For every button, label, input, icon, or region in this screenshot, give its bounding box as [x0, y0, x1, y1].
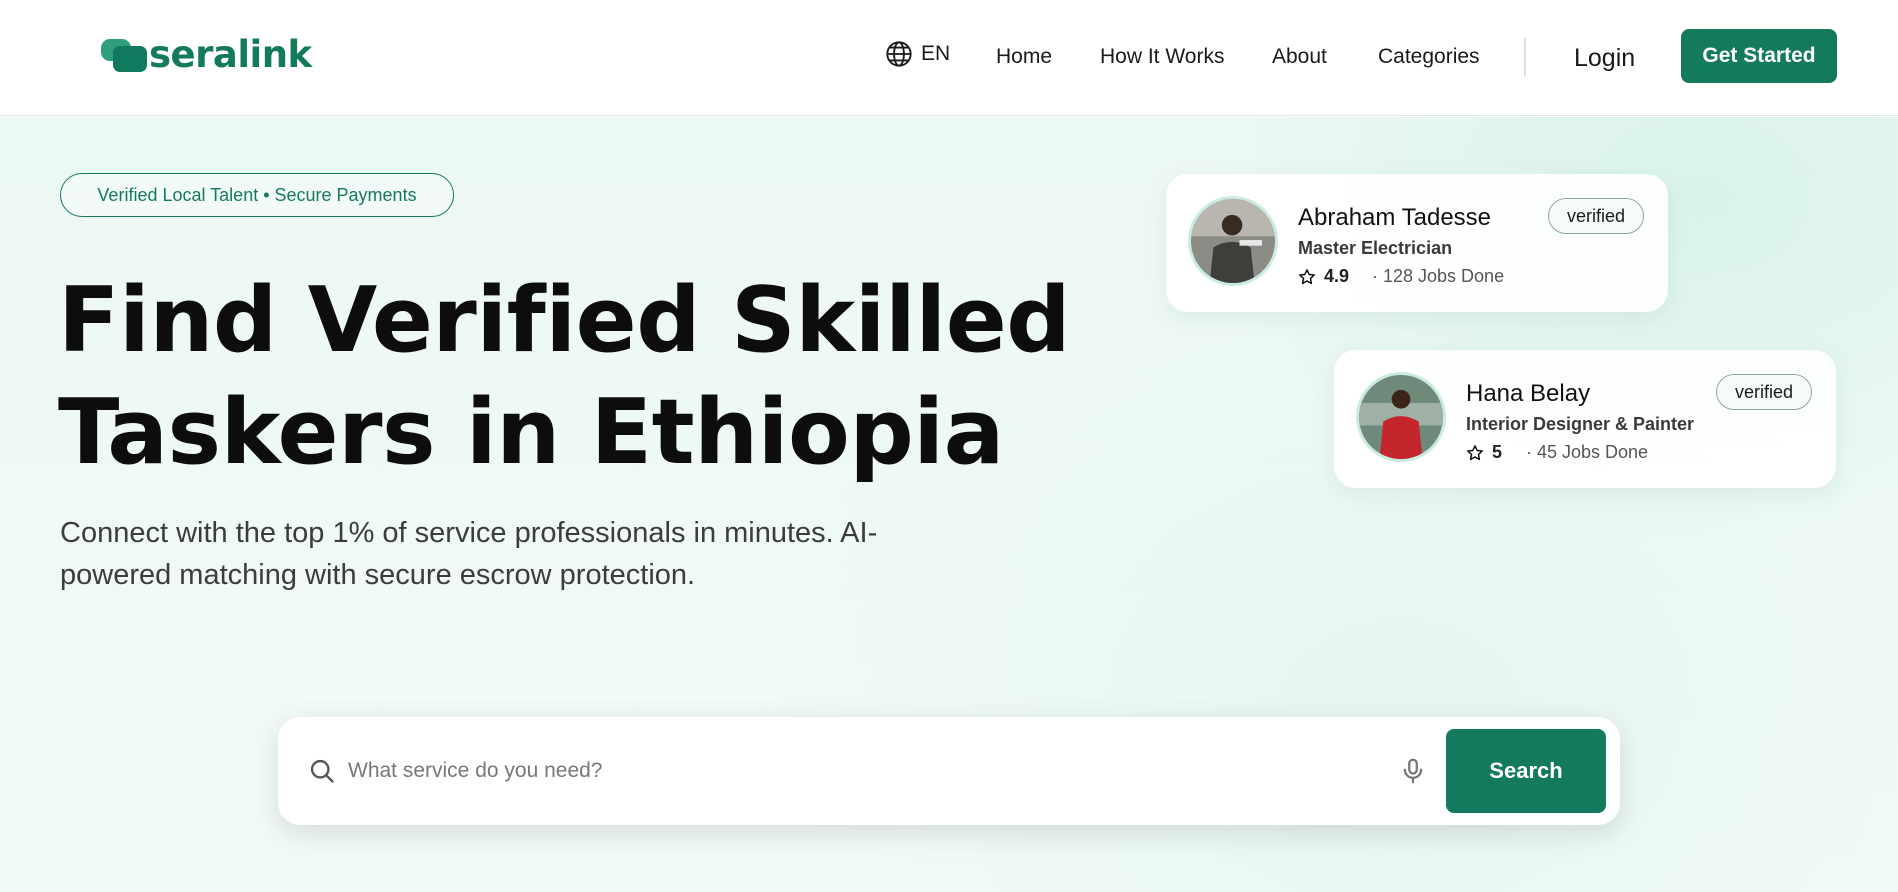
search-bar: Search — [278, 717, 1620, 825]
logo-mark-icon — [101, 36, 147, 72]
avatar — [1188, 196, 1278, 286]
tasker-role: Interior Designer & Painter — [1466, 414, 1695, 434]
tasker-stats: 4.9 · 128 Jobs Done — [1298, 266, 1504, 287]
tagline-pill: Verified Local Talent • Secure Payments — [60, 173, 454, 217]
search-button[interactable]: Search — [1446, 729, 1606, 813]
star-outline-icon — [1299, 268, 1315, 284]
globe-icon — [886, 41, 912, 67]
nav-categories[interactable]: Categories — [1378, 45, 1480, 69]
search-input[interactable] — [348, 747, 1328, 795]
hero-section: Verified Local Talent • Secure Payments … — [0, 117, 1898, 892]
headline-line-2: Taskers in Ethiopia — [58, 380, 1004, 485]
verified-badge: verified — [1715, 374, 1812, 410]
tasker-rating: 4.9 — [1324, 266, 1350, 286]
nav-home[interactable]: Home — [996, 45, 1052, 69]
tasker-card[interactable]: Abraham Tadesse Master Electrician 4.9 ·… — [1166, 174, 1668, 312]
tasker-jobs: · 128 Jobs Done — [1372, 266, 1505, 286]
login-link[interactable]: Login — [1574, 44, 1635, 73]
avatar — [1356, 372, 1446, 462]
hero-subtext: Connect with the top 1% of service profe… — [60, 517, 878, 591]
tasker-rating: 5 — [1492, 442, 1503, 462]
logo-text: seralink — [149, 32, 312, 76]
star-outline-icon — [1467, 444, 1483, 460]
nav-how-it-works[interactable]: How It Works — [1100, 45, 1224, 69]
nav-about[interactable]: About — [1272, 45, 1327, 69]
tasker-name: Abraham Tadesse — [1298, 204, 1492, 231]
language-label: EN — [921, 42, 951, 65]
headline-line-1: Find Verified Skilled — [58, 268, 1071, 373]
tasker-name: Hana Belay — [1466, 380, 1591, 407]
tasker-jobs: · 45 Jobs Done — [1526, 442, 1649, 462]
microphone-icon[interactable] — [1398, 755, 1428, 787]
logo[interactable]: seralink — [101, 32, 312, 76]
hero-headline: Find Verified Skilled Taskers in Ethiopi… — [58, 265, 1071, 489]
search-icon — [310, 759, 334, 783]
tasker-stats: 5 · 45 Jobs Done — [1466, 442, 1648, 463]
tasker-role: Master Electrician — [1298, 238, 1453, 258]
tasker-card[interactable]: Hana Belay Interior Designer & Painter 5… — [1334, 350, 1836, 488]
verified-badge: verified — [1547, 198, 1644, 234]
site-header: seralink EN Home How It Works About Cate… — [0, 0, 1898, 116]
language-selector[interactable]: EN — [885, 40, 950, 68]
nav-divider — [1524, 38, 1526, 76]
get-started-button[interactable]: Get Started — [1681, 29, 1837, 83]
